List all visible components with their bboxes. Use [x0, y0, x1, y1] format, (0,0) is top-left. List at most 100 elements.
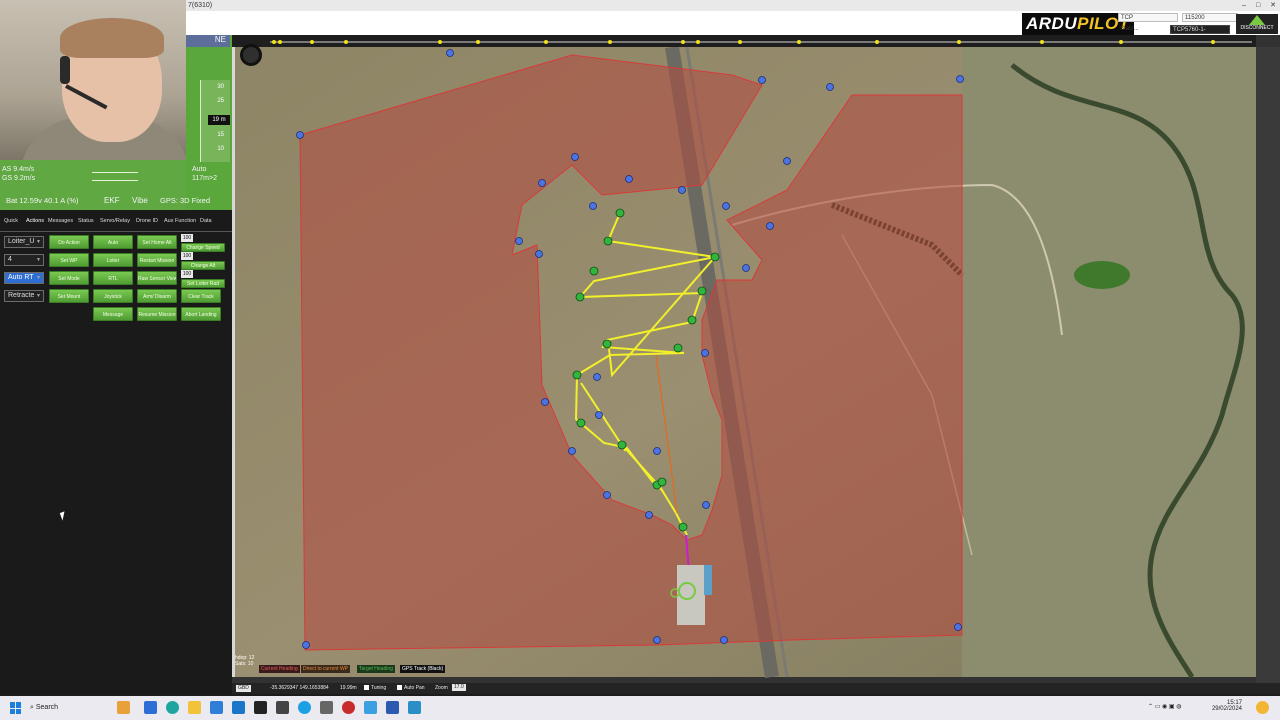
zoom-control-icon[interactable]	[240, 44, 262, 66]
fence-vertex	[538, 179, 546, 187]
zoom-field[interactable]: 17.0	[452, 683, 466, 694]
clear-track-button[interactable]: Clear Track	[181, 289, 221, 303]
action-select[interactable]: Loiter_U ▼	[4, 236, 44, 248]
dam-pond	[1074, 261, 1130, 289]
change-alt-button[interactable]: Change Alt	[181, 261, 225, 270]
vibe-indicator[interactable]: Vibe	[132, 196, 148, 205]
stats-link[interactable]: Stats...	[1118, 25, 1144, 34]
ekf-indicator[interactable]: EKF	[104, 196, 120, 205]
set-mode-button[interactable]: Set Mode	[49, 271, 89, 285]
fence-vertex	[589, 202, 597, 210]
mount-select[interactable]: Retracte ▼	[4, 290, 44, 302]
waypoint-marker	[602, 339, 612, 349]
set-loiter-rad-button[interactable]: Set Loiter Rad	[181, 279, 225, 288]
tray-icons[interactable]: ⌃ ▭ ◉ ▣ ◍	[1148, 703, 1182, 710]
tab-quick[interactable]: Quick	[4, 218, 18, 224]
outlook-icon[interactable]	[144, 701, 157, 714]
alt-readout: 19.99m	[340, 685, 357, 691]
fence-vertex	[956, 75, 964, 83]
tuning-checkbox[interactable]: Tuning	[364, 683, 386, 694]
tab-messages[interactable]: Messages	[48, 218, 73, 224]
fence-vertex	[302, 641, 310, 649]
alt-input[interactable]: 100	[181, 252, 193, 260]
satellite-map[interactable]	[232, 35, 1280, 683]
fence-vertex	[446, 49, 454, 57]
tab-drone-id[interactable]: Drone ID	[136, 218, 158, 224]
person-hair	[60, 18, 164, 58]
set-home-alt-button[interactable]: Set Home Alt	[137, 235, 177, 249]
speed-input[interactable]: 100	[181, 234, 193, 242]
progress-ticks	[270, 40, 1252, 44]
auto-button[interactable]: Auto	[93, 235, 133, 249]
resume-mission-button[interactable]: Resume Mission	[137, 307, 177, 321]
legend-current-heading: Current Heading	[259, 665, 300, 673]
fence-vertex	[568, 447, 576, 455]
tab-data[interactable]: Data	[200, 218, 212, 224]
store-icon[interactable]	[210, 701, 223, 714]
file-explorer-icon[interactable]	[117, 701, 130, 714]
mode-select[interactable]: Auto RT ▼	[4, 272, 44, 284]
maximize-icon[interactable]: □	[1256, 2, 1260, 9]
arm-disarm-button[interactable]: Arm/ Disarm	[137, 289, 177, 303]
legend-direct-to-wp: Direct to current WP	[301, 665, 351, 673]
autopan-checkbox[interactable]: Auto Pan	[397, 683, 425, 694]
tab-actions[interactable]: Actions	[26, 218, 44, 224]
window-title: 7(6310)	[188, 2, 213, 9]
waypoint-marker	[673, 343, 683, 353]
taskbar-search[interactable]: ⌕ Search	[30, 700, 110, 716]
app3-icon[interactable]	[408, 701, 421, 714]
fence-vertex	[678, 186, 686, 194]
disconnect-button[interactable]: DISCONNECT	[1236, 14, 1278, 34]
connection-type-select[interactable]: TCP	[1118, 13, 1178, 22]
skype-icon[interactable]	[298, 701, 311, 714]
record-icon[interactable]	[342, 701, 355, 714]
loiter-button[interactable]: Loiter	[93, 253, 133, 267]
fence-vertex	[826, 83, 834, 91]
map-right-panel	[1256, 47, 1280, 683]
tab-servo-relay[interactable]: Servo/Relay	[100, 218, 130, 224]
loiter-rad-input[interactable]: 100	[181, 270, 193, 278]
tab-aux-function[interactable]: Aux Function	[164, 218, 196, 224]
tab-status[interactable]: Status	[78, 218, 94, 224]
do-action-button[interactable]: Do Action	[49, 235, 89, 249]
map-left-border	[232, 47, 235, 677]
app-icon[interactable]	[320, 701, 333, 714]
app2-icon[interactable]	[364, 701, 377, 714]
waypoint-marker	[615, 208, 625, 218]
hud-horizon-line	[92, 180, 138, 181]
raw-sensor-view-button[interactable]: Raw Sensor View	[137, 271, 177, 285]
start-button-icon[interactable]	[10, 702, 22, 714]
mission-planner-icon[interactable]	[276, 701, 289, 714]
rtl-button[interactable]: RTL	[93, 271, 133, 285]
tuning-label: Tuning	[371, 685, 387, 691]
message-button[interactable]: Message	[93, 307, 133, 321]
set-mount-button[interactable]: Set Mount	[49, 289, 89, 303]
vehicle-select[interactable]: TCP5760-1-QUADROTOR	[1170, 25, 1230, 42]
joystick-button[interactable]: Joystick	[93, 289, 133, 303]
mission-progress-bar	[232, 35, 1256, 47]
edge-icon[interactable]	[166, 701, 179, 714]
fence-vertex	[954, 623, 962, 631]
vscode-icon[interactable]	[232, 701, 245, 714]
map-view[interactable]: hdop: 12 Sats: 10 Current Heading Direct…	[232, 35, 1280, 683]
map-type-select[interactable]: GBD	[236, 685, 251, 692]
restart-mission-button[interactable]: Restart Mission	[137, 253, 177, 267]
waypoint-select[interactable]: 4 ▼	[4, 254, 44, 266]
close-icon[interactable]: ✕	[1270, 2, 1276, 9]
plug-icon	[1249, 15, 1265, 25]
gps-status: GPS: 3D Fixed	[160, 196, 211, 205]
action-select-value: Loiter_U	[8, 238, 35, 245]
terminal-icon[interactable]	[254, 701, 267, 714]
set-wp-button[interactable]: Set WP	[49, 253, 89, 267]
notification-icon[interactable]	[1256, 701, 1269, 714]
change-speed-button[interactable]: Change Speed	[181, 243, 225, 252]
word-icon[interactable]	[386, 701, 399, 714]
minimize-icon[interactable]: –	[1242, 2, 1246, 9]
abort-landing-button[interactable]: Abort Landing	[181, 307, 221, 321]
clock[interactable]: 15:17 29/02/2024	[1206, 700, 1242, 712]
folder-icon[interactable]	[188, 701, 201, 714]
fence-vertex	[296, 131, 304, 139]
baud-rate-select[interactable]: 115200	[1182, 13, 1238, 22]
battery-readout: Bat 12.59v 40.1 A (%)	[6, 196, 79, 205]
waypoint-marker	[657, 477, 667, 487]
